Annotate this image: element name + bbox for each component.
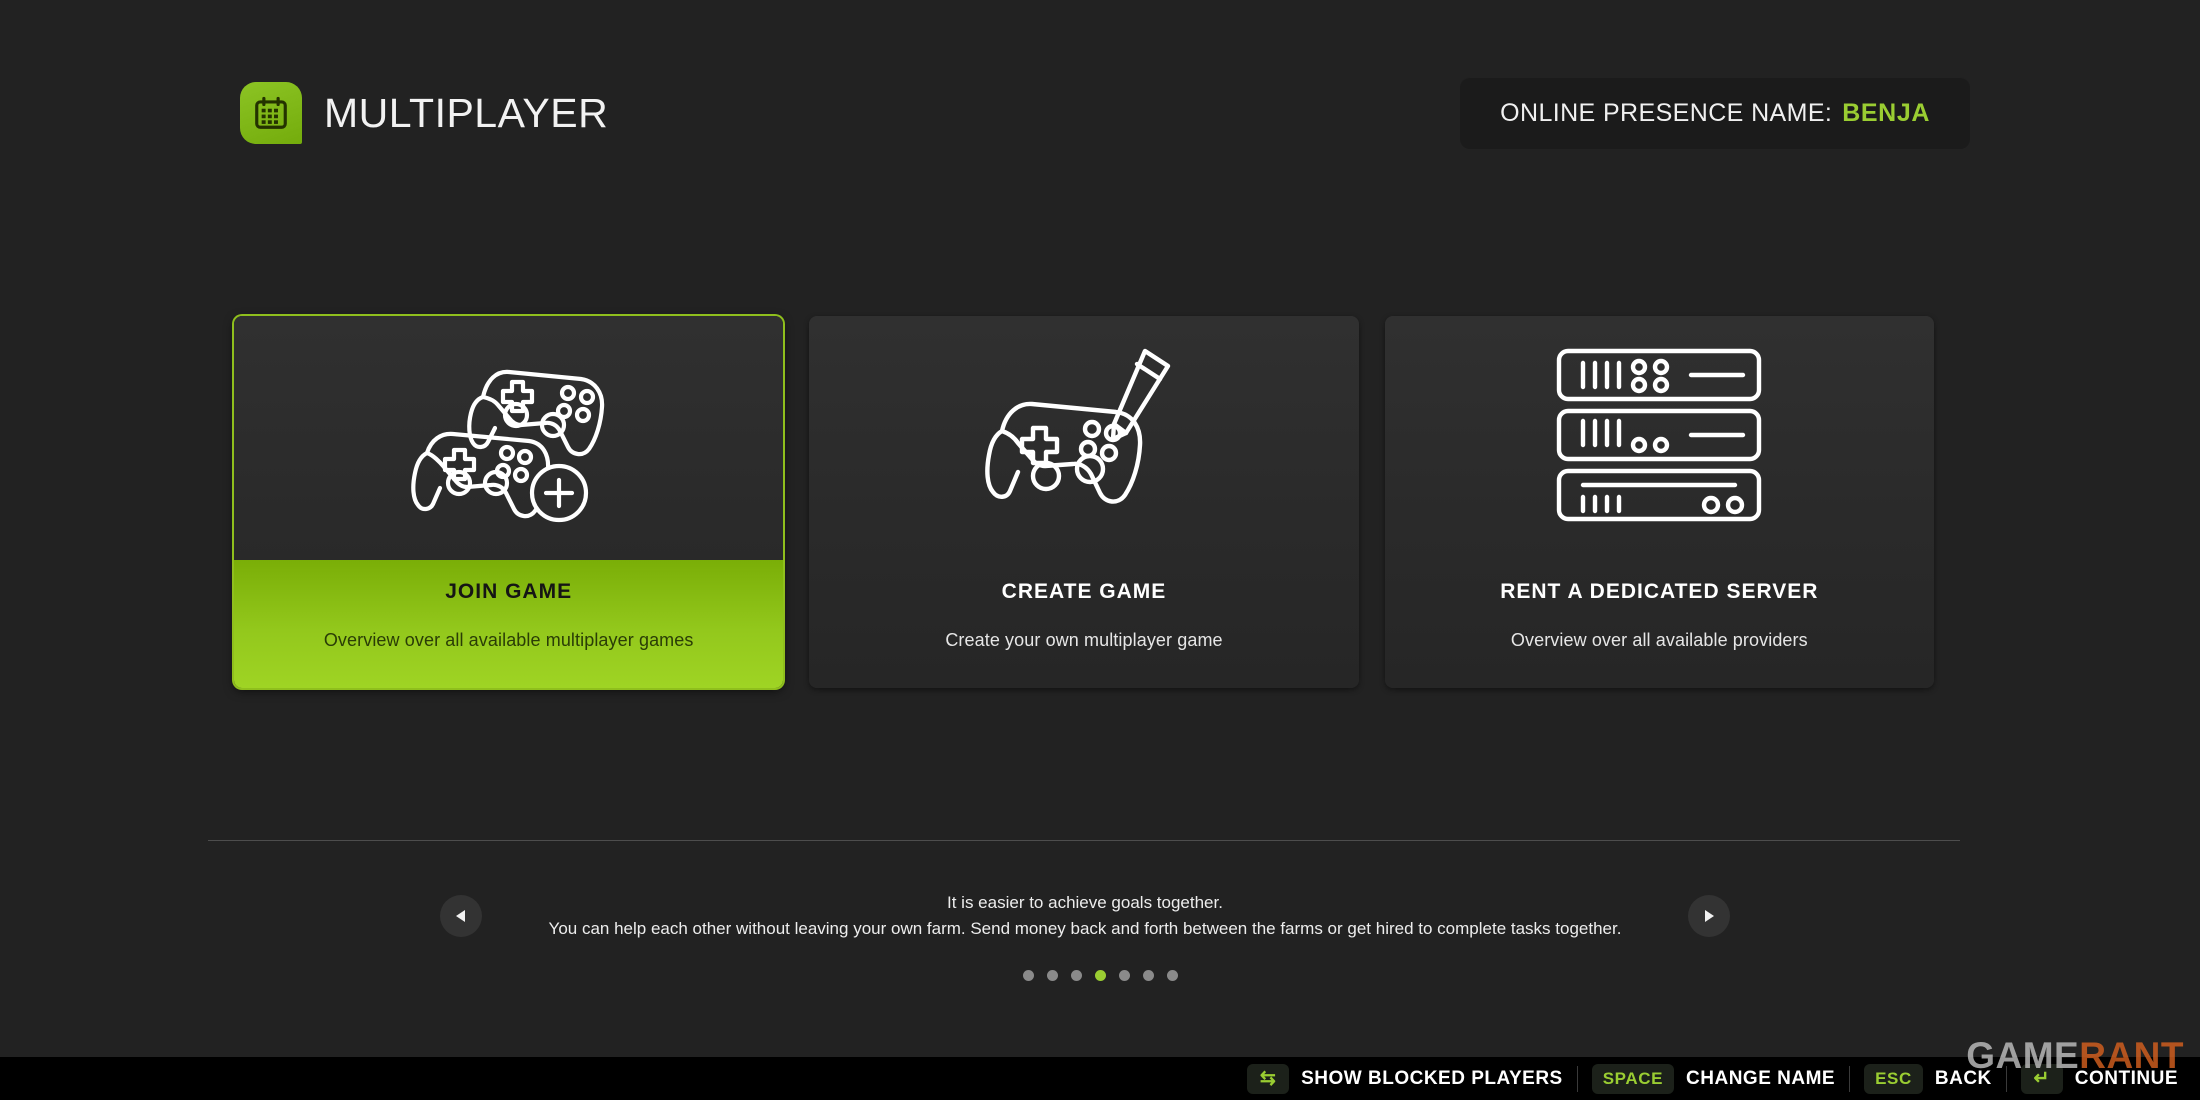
tip-carousel: It is easier to achieve goals together. … — [440, 890, 1730, 943]
pagination-dot-5[interactable] — [1118, 970, 1130, 981]
online-presence-name[interactable]: ONLINE PRESENCE NAME: BENJA — [1460, 77, 1970, 149]
tip-prev-button[interactable] — [440, 895, 482, 938]
tip-next-button[interactable] — [1688, 895, 1730, 938]
pagination-dot-6[interactable] — [1142, 970, 1154, 981]
online-presence-label: ONLINE PRESENCE NAME: — [1500, 98, 1833, 127]
pagination-dot-4[interactable] — [1094, 970, 1106, 981]
pagination-dot-7[interactable] — [1166, 970, 1178, 981]
hint-tab-key-icon[interactable]: ⇆ SHOW BLOCKED PLAYERS — [1233, 1063, 1577, 1094]
triangle-right-icon — [1705, 910, 1714, 923]
pagination-dot-3[interactable] — [1070, 970, 1082, 981]
enter-key-icon: ↵ — [2020, 1063, 2063, 1094]
hint-label: CHANGE NAME — [1686, 1067, 1836, 1089]
pagination-dot-2[interactable] — [1046, 970, 1058, 981]
online-presence-value: BENJA — [1842, 98, 1930, 127]
card-subtitle: Overview over all available providers — [1510, 630, 1808, 650]
card-footer: CREATE GAME Create your own multiplayer … — [809, 560, 1358, 688]
hint-space-key[interactable]: SPACE CHANGE NAME — [1578, 1063, 1849, 1094]
card-footer: JOIN GAME Overview over all available mu… — [234, 560, 784, 688]
hint-label: SHOW BLOCKED PLAYERS — [1301, 1067, 1563, 1089]
tip-text: It is easier to achieve goals together. … — [482, 890, 1688, 943]
tip-line-2: You can help each other without leaving … — [548, 919, 1622, 939]
card-rent-dedicated-server[interactable]: RENT A DEDICATED SERVER Overview over al… — [1384, 316, 1934, 688]
section-divider — [208, 840, 1960, 841]
tip-pagination-dots[interactable] — [0, 970, 2200, 981]
card-title: RENT A DEDICATED SERVER — [1500, 580, 1819, 603]
card-title: CREATE GAME — [1001, 580, 1167, 603]
page-header: MULTIPLAYER ONLINE PRESENCE NAME: BENJA — [240, 76, 1970, 150]
card-subtitle: Create your own multiplayer game — [945, 630, 1223, 650]
bottom-hint-bar: ⇆ SHOW BLOCKED PLAYERS SPACE CHANGE NAME ESC… — [0, 1057, 2200, 1100]
calendar-icon — [240, 82, 302, 144]
tip-line-1: It is easier to achieve goals together. — [947, 893, 1223, 912]
page-title: MULTIPLAYER — [324, 89, 609, 136]
mode-card-list: JOIN GAME Overview over all available mu… — [234, 316, 1934, 688]
card-create-game[interactable]: CREATE GAME Create your own multiplayer … — [809, 316, 1359, 688]
hint-enter-key-icon[interactable]: ↵ CONTINUE — [2007, 1063, 2192, 1094]
two-controllers-plus-icon — [234, 316, 783, 560]
esc-key: ESC — [1864, 1063, 1923, 1094]
hint-label: CONTINUE — [2074, 1067, 2178, 1089]
hint-label: BACK — [1934, 1067, 1992, 1089]
pagination-dot-1[interactable] — [1022, 970, 1034, 981]
card-subtitle: Overview over all available multiplayer … — [323, 630, 694, 650]
card-footer: RENT A DEDICATED SERVER Overview over al… — [1385, 560, 1934, 688]
card-title: JOIN GAME — [445, 580, 573, 603]
triangle-left-icon — [456, 910, 465, 923]
card-join-game[interactable]: JOIN GAME Overview over all available mu… — [234, 316, 784, 688]
tab-key-icon: ⇆ — [1247, 1063, 1290, 1094]
space-key: SPACE — [1591, 1063, 1675, 1094]
controller-pencil-icon — [809, 316, 1358, 560]
hint-esc-key[interactable]: ESC BACK — [1850, 1063, 2006, 1094]
server-rack-icon — [1385, 316, 1934, 560]
title-group: MULTIPLAYER — [240, 82, 608, 144]
